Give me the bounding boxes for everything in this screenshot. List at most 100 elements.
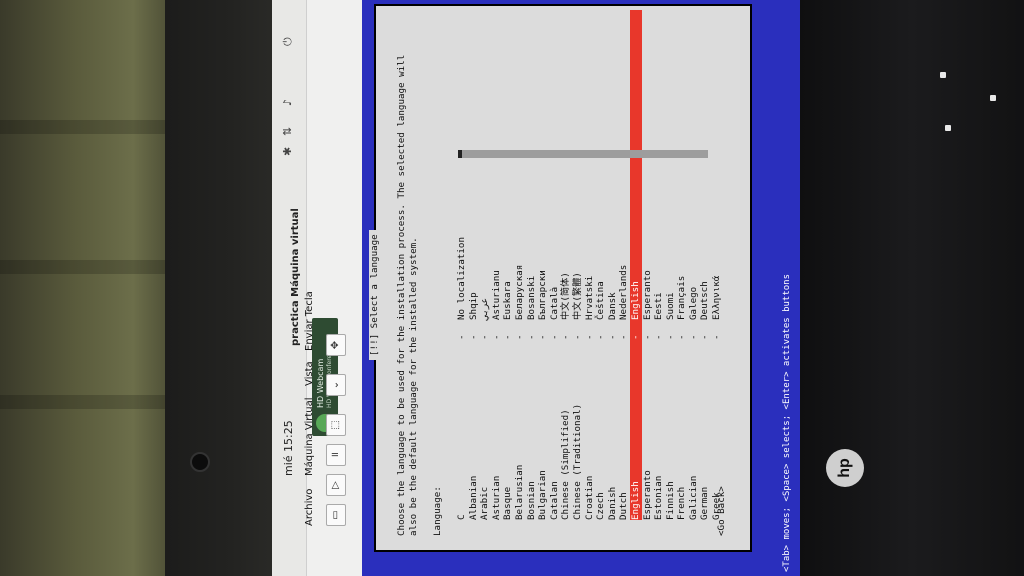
webcam-lens bbox=[190, 452, 210, 472]
language-separator: - bbox=[653, 334, 665, 340]
play-icon[interactable]: ▷ bbox=[326, 474, 346, 496]
language-english-name: Danish bbox=[606, 486, 618, 520]
language-item[interactable]: Arabic - عربي bbox=[479, 10, 491, 520]
move-icon[interactable]: ✥ bbox=[326, 334, 346, 356]
language-separator: - bbox=[479, 334, 491, 340]
language-separator: - bbox=[641, 334, 653, 340]
language-english-name: Basque bbox=[502, 486, 514, 520]
language-english-name: Finnish bbox=[664, 481, 676, 520]
language-separator: - bbox=[711, 334, 723, 340]
language-separator: - bbox=[699, 334, 711, 340]
language-separator: - bbox=[456, 334, 467, 340]
language-separator: - bbox=[664, 334, 676, 340]
go-back-button[interactable]: <Go Back> bbox=[716, 486, 727, 536]
laptop-keyboard-area bbox=[800, 0, 1024, 576]
language-native-name: Français bbox=[676, 275, 688, 320]
monitor-icon[interactable]: ▭ bbox=[326, 504, 346, 526]
language-native-name: Deutsch bbox=[699, 281, 711, 320]
language-english-name: Catalan bbox=[548, 481, 560, 520]
volume-icon[interactable]: ♪ bbox=[281, 99, 294, 106]
language-english-name: Asturian bbox=[490, 475, 502, 520]
language-native-name: Suomi bbox=[664, 292, 676, 320]
bluetooth-icon[interactable]: ✱ bbox=[281, 147, 294, 156]
pause-icon[interactable]: ॥ bbox=[326, 444, 346, 466]
language-native-name: Nederlands bbox=[618, 264, 630, 320]
status-led bbox=[945, 125, 951, 131]
language-item[interactable]: Bulgarian - Български bbox=[537, 10, 549, 520]
desk-background bbox=[0, 0, 190, 576]
language-item[interactable]: Chinese (Traditional) - 中文(繁體) bbox=[572, 10, 584, 520]
language-item[interactable]: French - Français bbox=[676, 10, 688, 520]
language-english-name: Dutch bbox=[618, 492, 630, 520]
language-dialog: [!!] Select a language Choose the langua… bbox=[369, 4, 752, 552]
language-separator: - bbox=[525, 334, 537, 340]
language-native-name: Català bbox=[548, 286, 560, 320]
language-item[interactable]: Asturian - Asturianu bbox=[491, 10, 503, 520]
fullscreen-icon[interactable]: ⬚ bbox=[326, 414, 346, 436]
language-english-name: German bbox=[699, 486, 711, 520]
language-english-name: Esperanto bbox=[641, 470, 653, 520]
language-native-name: Galego bbox=[687, 286, 699, 320]
menu-archivo[interactable]: Archivo bbox=[304, 489, 315, 526]
language-english-name: Croatian bbox=[583, 475, 595, 520]
language-separator: - bbox=[583, 334, 595, 340]
laptop-bezel-left bbox=[165, 0, 275, 576]
language-item[interactable]: Chinese (Simplified) - 中文(简体) bbox=[560, 10, 572, 520]
language-native-name: Čeština bbox=[595, 281, 607, 320]
menu-maquina-virtual[interactable]: Máquina Virtual bbox=[304, 397, 315, 476]
language-english-name: Arabic bbox=[479, 486, 491, 520]
language-item[interactable]: Croatian - Hrvatski bbox=[584, 10, 596, 520]
scrollbar-thumb[interactable] bbox=[458, 150, 462, 158]
language-item[interactable]: Catalan - Català bbox=[549, 10, 561, 520]
language-separator: - bbox=[548, 334, 560, 340]
vm-display[interactable]: [!!] Select a language Choose the langua… bbox=[362, 0, 800, 576]
language-item[interactable]: Esperanto - Esperanto bbox=[642, 10, 654, 520]
language-item[interactable]: Dutch - Nederlands bbox=[618, 10, 630, 520]
intro-text-line2: also be the default language for the ins… bbox=[408, 237, 419, 536]
language-native-name: عربي bbox=[479, 297, 491, 320]
language-item[interactable]: Bosnian - Bosanski bbox=[526, 10, 538, 520]
language-item[interactable]: German - Deutsch bbox=[699, 10, 711, 520]
menu-vista[interactable]: Vista bbox=[304, 361, 315, 386]
language-english-name: Czech bbox=[595, 492, 607, 520]
language-item[interactable]: Finnish - Suomi bbox=[665, 10, 677, 520]
language-native-name: Dansk bbox=[606, 292, 618, 320]
language-item[interactable]: Belarusian - Беларуская bbox=[514, 10, 526, 520]
language-separator: - bbox=[618, 334, 630, 340]
language-separator: - bbox=[513, 334, 525, 340]
intro-text-line1: Choose the language to be used for the i… bbox=[396, 54, 407, 536]
menu-enviar-tecla[interactable]: Enviar Tecla bbox=[304, 291, 315, 351]
chevron-down-icon[interactable]: ⌄ bbox=[326, 374, 346, 396]
keyboard-hint: <Tab> moves; <Space> selects; <Enter> ac… bbox=[782, 273, 792, 572]
language-item[interactable]: Czech - Čeština bbox=[595, 10, 607, 520]
language-english-name: Bulgarian bbox=[537, 470, 549, 520]
status-led bbox=[990, 95, 996, 101]
language-item[interactable]: Greek - Ελληνικά bbox=[711, 10, 723, 520]
language-item[interactable]: Galician - Galego bbox=[688, 10, 700, 520]
dialog-title: [!!] Select a language bbox=[369, 230, 380, 360]
language-native-name: Eesti bbox=[653, 292, 665, 320]
language-label: Language: bbox=[432, 486, 443, 536]
language-separator: - bbox=[571, 334, 583, 340]
language-item[interactable]: English - English bbox=[629, 10, 642, 520]
language-english-name: French bbox=[676, 486, 688, 520]
language-native-name: Esperanto bbox=[641, 270, 653, 320]
language-item[interactable]: Danish - Dansk bbox=[607, 10, 619, 520]
scrollbar[interactable] bbox=[458, 150, 708, 158]
language-list[interactable]: C - No localization Albanian - Shqip Arabic - عر… bbox=[456, 10, 723, 520]
network-icon[interactable]: ⇅ bbox=[281, 127, 294, 136]
power-icon[interactable]: ⏻ bbox=[281, 37, 295, 46]
language-separator: - bbox=[537, 334, 549, 340]
language-english-name: Bosnian bbox=[525, 481, 537, 520]
language-item[interactable]: C - No localization bbox=[456, 10, 468, 520]
language-english-name: Albanian bbox=[467, 475, 479, 520]
language-separator: - bbox=[595, 334, 607, 340]
language-native-name: Asturianu bbox=[490, 270, 502, 320]
language-item[interactable]: Albanian - Shqip bbox=[468, 10, 480, 520]
language-native-name: Shqip bbox=[467, 292, 479, 320]
language-item[interactable]: Estonian - Eesti bbox=[653, 10, 665, 520]
language-item[interactable]: Basque - Euskara bbox=[502, 10, 514, 520]
language-native-name: 中文(繁體) bbox=[571, 272, 583, 320]
status-led bbox=[940, 72, 946, 78]
clock[interactable]: mié 15:25 bbox=[282, 420, 295, 476]
